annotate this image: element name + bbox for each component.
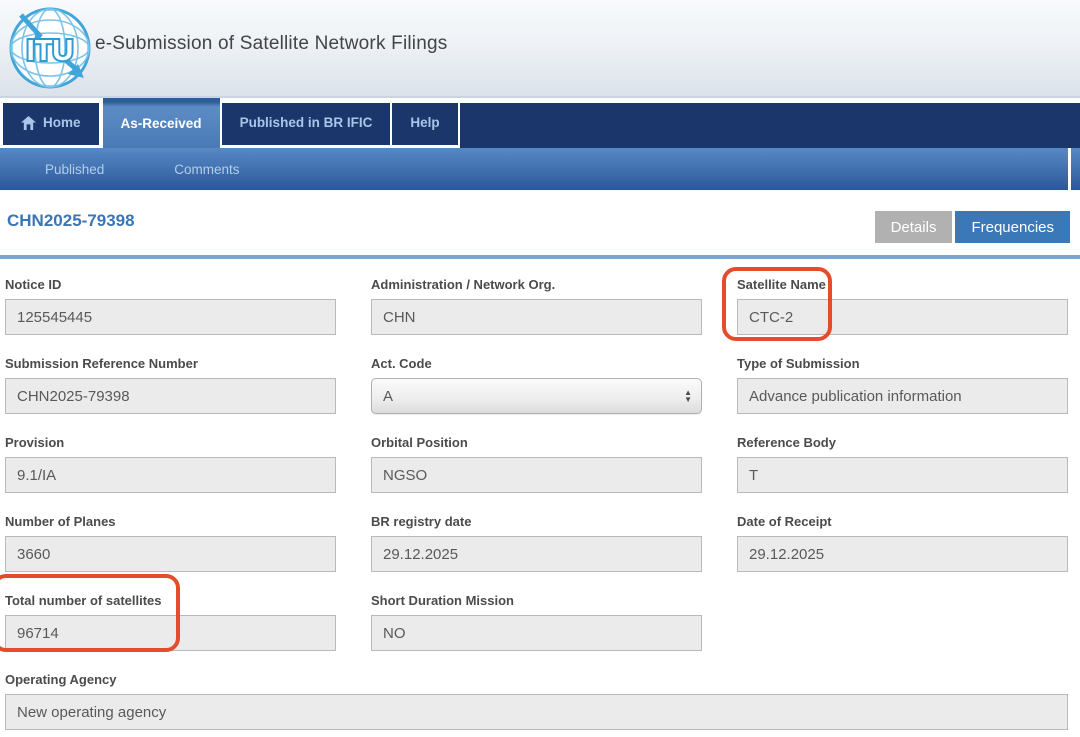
act-code-select[interactable]: A ▲▼ [371,378,702,414]
date-of-receipt-label: Date of Receipt [737,514,1068,529]
type-of-submission-label: Type of Submission [737,356,1068,371]
field-act-code: Act. Code A ▲▼ [371,356,702,414]
subnav-item-published[interactable]: Published [45,162,104,177]
short-duration-mission-label: Short Duration Mission [371,593,702,608]
tab-published-in-br-ific-label: Published in BR IFIC [240,115,373,130]
field-br-registry-date: BR registry date 29.12.2025 [371,514,702,572]
field-provision: Provision 9.1/IA [5,435,336,493]
orbital-position-label: Orbital Position [371,435,702,450]
field-type-of-submission: Type of Submission Advance publication i… [737,356,1068,414]
reference-body-input[interactable]: T [737,457,1068,493]
tab-as-received-label: As-Received [121,116,202,131]
field-satellite-name: Satellite Name CTC-2 [737,277,1068,335]
notice-id-input[interactable]: 125545445 [5,299,336,335]
tab-home-label: Home [43,115,81,130]
content-area: CHN2025-79398 Details Frequencies Notice… [0,190,1080,730]
satellite-name-label: Satellite Name [737,277,1068,292]
field-date-of-receipt: Date of Receipt 29.12.2025 [737,514,1068,572]
short-duration-mission-input[interactable]: NO [371,615,702,651]
select-arrows-icon: ▲▼ [684,389,692,403]
provision-input[interactable]: 9.1/IA [5,457,336,493]
administration-input[interactable]: CHN [371,299,702,335]
field-administration: Administration / Network Org. CHN [371,277,702,335]
operating-agency-input[interactable]: New operating agency [5,694,1068,730]
frequencies-button[interactable]: Frequencies [955,211,1070,243]
field-reference-body: Reference Body T [737,435,1068,493]
total-number-of-satellites-label: Total number of satellites [5,593,336,608]
home-icon [21,116,36,130]
field-submission-reference-number: Submission Reference Number CHN2025-7939… [5,356,336,414]
tab-help-label: Help [410,115,439,130]
field-notice-id: Notice ID 125545445 [5,277,336,335]
notice-details-form: Notice ID 125545445 Administration / Net… [0,277,1080,730]
act-code-selected-value: A [383,388,393,405]
details-button[interactable]: Details [875,211,953,243]
app-window: ITU ITU e-Submission of Satellite Networ… [0,0,1080,737]
svg-text:ITU: ITU [27,35,74,67]
br-registry-date-input[interactable]: 29.12.2025 [371,536,702,572]
submission-reference-number-input[interactable]: CHN2025-79398 [5,378,336,414]
field-operating-agency: Operating Agency New operating agency [5,672,1068,730]
tab-as-received[interactable]: As-Received [101,98,222,148]
operating-agency-label: Operating Agency [5,672,1068,687]
app-title: e-Submission of Satellite Network Filing… [95,33,447,55]
total-number-of-satellites-input[interactable]: 96714 [5,615,336,651]
number-of-planes-input[interactable]: 3660 [5,536,336,572]
page-title: CHN2025-79398 [7,211,135,231]
notice-id-label: Notice ID [5,277,336,292]
field-orbital-position: Orbital Position NGSO [371,435,702,493]
type-of-submission-input[interactable]: Advance publication information [737,378,1068,414]
act-code-label: Act. Code [371,356,702,371]
submission-reference-number-label: Submission Reference Number [5,356,336,371]
app-header: ITU ITU e-Submission of Satellite Networ… [0,0,1080,98]
main-navigation: Home As-Received Published in BR IFIC He… [0,98,1080,148]
field-number-of-planes: Number of Planes 3660 [5,514,336,572]
number-of-planes-label: Number of Planes [5,514,336,529]
br-registry-date-label: BR registry date [371,514,702,529]
tab-published-in-br-ific[interactable]: Published in BR IFIC [222,103,393,148]
itu-logo[interactable]: ITU ITU [8,6,92,90]
field-total-number-of-satellites: Total number of satellites 96714 [5,593,336,651]
field-short-duration-mission: Short Duration Mission NO [371,593,702,651]
section-divider [0,255,1080,259]
date-of-receipt-input[interactable]: 29.12.2025 [737,536,1068,572]
tab-help[interactable]: Help [392,103,459,148]
reference-body-label: Reference Body [737,435,1068,450]
orbital-position-input[interactable]: NGSO [371,457,702,493]
nav-filler [460,103,1080,148]
satellite-name-input[interactable]: CTC-2 [737,299,1068,335]
administration-label: Administration / Network Org. [371,277,702,292]
tab-home[interactable]: Home [3,103,101,148]
subnav-edge-divider [1068,148,1071,190]
provision-label: Provision [5,435,336,450]
sub-navigation: Published Comments [0,148,1080,190]
subnav-item-comments[interactable]: Comments [174,162,239,177]
